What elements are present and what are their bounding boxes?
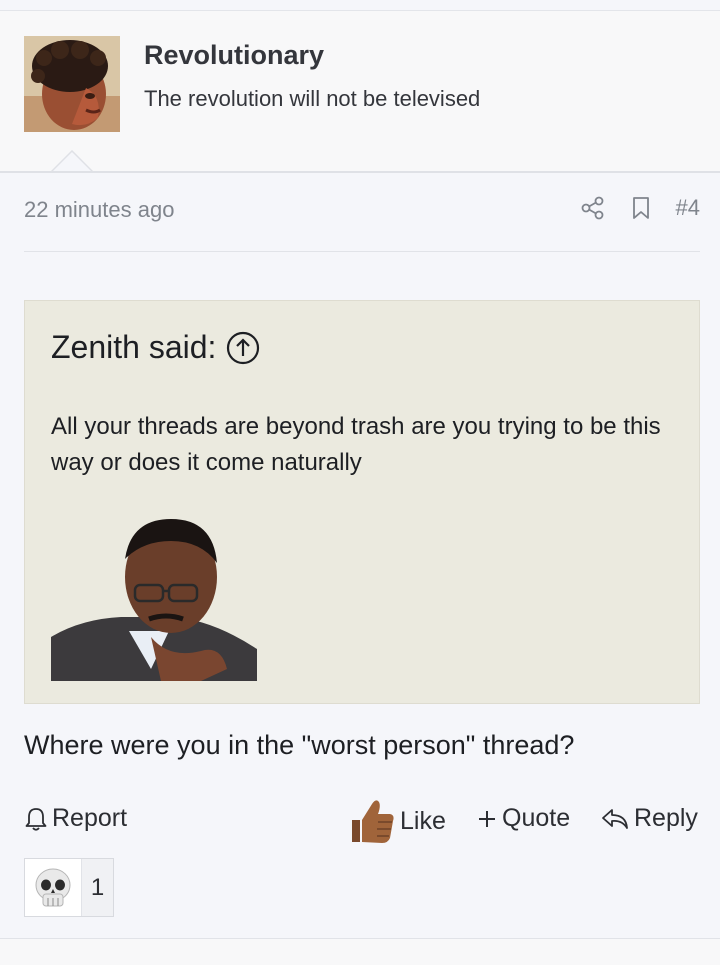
next-post-strip xyxy=(0,939,720,965)
reaction-count: 1 xyxy=(82,859,113,916)
reaction-summary[interactable]: 1 xyxy=(24,858,114,917)
user-title: The revolution will not be televised xyxy=(144,86,481,111)
bell-icon xyxy=(25,807,47,831)
bookmark-icon[interactable] xyxy=(628,195,654,221)
post-meta-actions: #4 xyxy=(580,195,700,221)
report-label: Report xyxy=(52,804,128,832)
quote-image[interactable] xyxy=(51,519,257,681)
quote-button[interactable]: Quote xyxy=(476,804,570,833)
post-number[interactable]: #4 xyxy=(676,195,700,221)
thumbs-up-icon xyxy=(352,800,394,843)
quote-author-label: Zenith said: xyxy=(51,329,217,365)
header-divider xyxy=(0,171,720,173)
post-actions: Report Like Quote Reply xyxy=(0,794,720,850)
reply-arrow-icon xyxy=(602,808,628,829)
avatar[interactable] xyxy=(24,36,120,132)
quote-label: Quote xyxy=(502,804,571,832)
username[interactable]: Revolutionary xyxy=(144,40,324,71)
quote-author[interactable]: Zenith said: xyxy=(51,329,260,366)
share-icon[interactable] xyxy=(580,195,606,221)
quote-text: All your threads are beyond trash are yo… xyxy=(51,413,661,476)
reply-label: Reply xyxy=(634,804,698,832)
like-label: Like xyxy=(400,806,446,835)
like-button[interactable]: Like xyxy=(346,796,446,846)
report-button[interactable]: Report xyxy=(24,804,127,833)
reply-button[interactable]: Reply xyxy=(600,804,698,833)
post-body: Where were you in the "worst person" thr… xyxy=(24,730,575,760)
quote-block: Zenith said: All your threads are beyond… xyxy=(24,300,700,704)
post-timestamp[interactable]: 22 minutes ago xyxy=(24,197,174,223)
plus-icon xyxy=(479,810,495,827)
meta-divider xyxy=(24,251,700,252)
circle-up-arrow-icon[interactable] xyxy=(226,331,260,365)
skull-emoji-icon xyxy=(25,859,82,916)
